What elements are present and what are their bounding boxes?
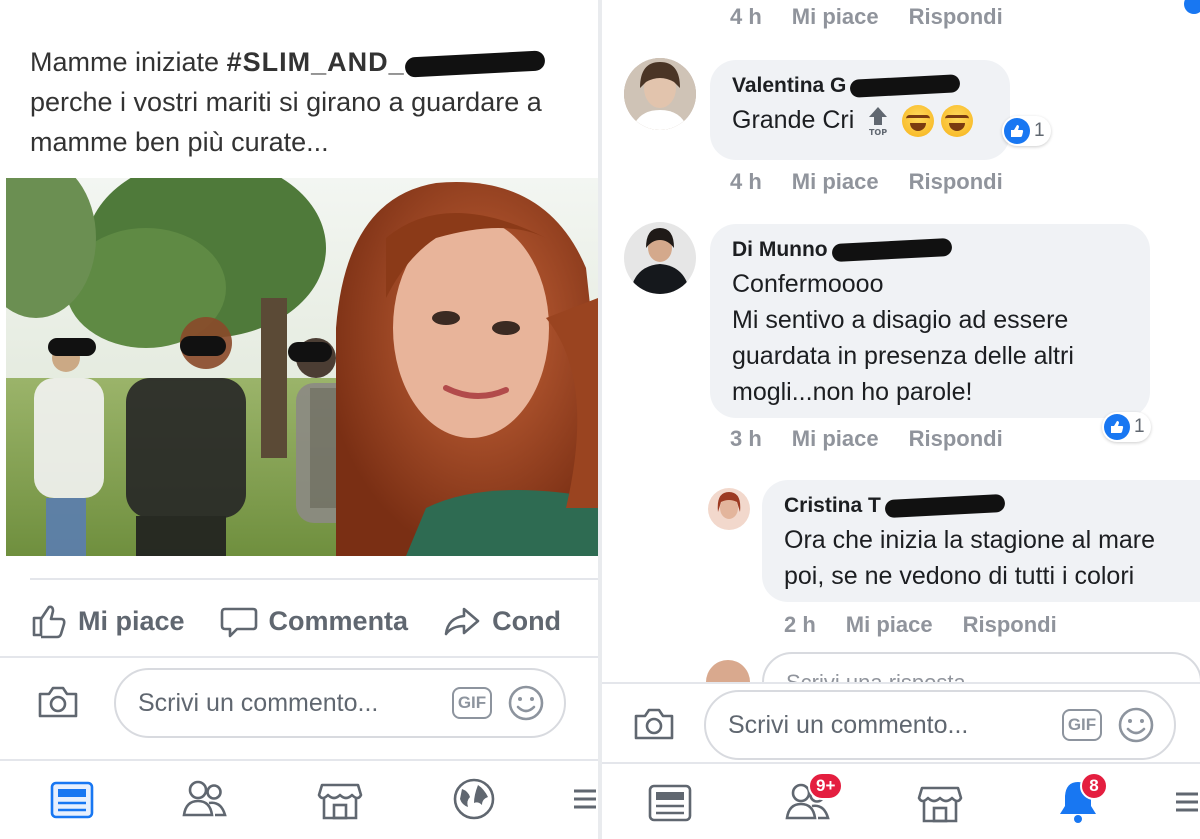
nav-marketplace[interactable] <box>910 772 970 832</box>
smiley-icon[interactable] <box>506 683 546 723</box>
news-feed-icon <box>50 781 94 819</box>
nav-notifications[interactable]: 8 <box>1048 772 1108 832</box>
friends-badge: 9+ <box>808 772 844 800</box>
nav-friends[interactable] <box>175 769 235 829</box>
like-label: Mi piace <box>78 605 185 636</box>
comment-time: 2 h <box>784 612 816 637</box>
news-feed-icon <box>648 784 692 822</box>
reaction-count[interactable]: 1 <box>1002 116 1051 146</box>
post-text: Mamme iniziate #SLIM_AND_ perche i vostr… <box>30 42 596 162</box>
camera-button[interactable] <box>36 682 80 727</box>
comment-meta: 4 h Mi piace Rispondi <box>730 169 1003 195</box>
comment-reply-link[interactable]: Rispondi <box>909 169 1003 195</box>
menu-icon <box>574 789 596 809</box>
post-action-bar: Mi piace Commenta Cond <box>28 600 598 642</box>
top-fan-badge-icon: TOP <box>869 107 887 137</box>
avatar[interactable] <box>624 222 696 294</box>
comment-text: Grande Cri TOP <box>732 102 988 138</box>
comment-meta: 4 h Mi piace Rispondi <box>730 4 1003 30</box>
gif-icon[interactable]: GIF <box>1062 709 1102 741</box>
like-action[interactable]: Mi piace <box>28 601 185 641</box>
like-reaction-icon <box>1104 414 1130 440</box>
svg-text:TOP: TOP <box>869 128 887 137</box>
comment-like-link[interactable]: Mi piace <box>846 612 933 638</box>
smiley-icon[interactable] <box>1116 705 1156 745</box>
avatar-image <box>624 58 696 130</box>
notifications-badge: 8 <box>1080 772 1108 800</box>
comment-reply-link[interactable]: Rispondi <box>909 426 1003 452</box>
bottom-nav-bar: 9+ 8 <box>602 762 1200 839</box>
comment-author[interactable]: Di Munno <box>732 238 1128 263</box>
comment-like-link[interactable]: Mi piace <box>792 426 879 452</box>
friends-icon <box>182 780 227 817</box>
avatar[interactable] <box>624 58 696 130</box>
share-action[interactable]: Cond <box>442 601 561 641</box>
camera-button[interactable] <box>632 704 676 749</box>
comment-text: Confermoooo Mi sentivo a disagio ad esse… <box>732 270 1074 406</box>
like-reaction-icon <box>1184 0 1200 14</box>
post-panel: Mamme iniziate #SLIM_AND_ perche i vostr… <box>0 0 598 839</box>
comment-time: 3 h <box>730 426 762 451</box>
comment-reply-link[interactable]: Rispondi <box>909 4 1003 30</box>
comment-author[interactable]: Cristina T <box>784 494 1190 519</box>
marketplace-icon <box>917 786 963 823</box>
share-icon <box>444 607 480 636</box>
comment-reply-link[interactable]: Rispondi <box>963 612 1057 638</box>
redaction-scribble <box>404 50 546 78</box>
laughing-emoji-icon <box>902 105 935 138</box>
comment-input[interactable]: Scrivi un commento... GIF <box>704 690 1176 760</box>
separator <box>30 578 598 580</box>
comment-time: 4 h <box>730 169 762 194</box>
comment-time: 4 h <box>730 4 762 29</box>
post-hashtag[interactable]: #SLIM_AND_ <box>227 47 405 77</box>
marketplace-icon <box>317 783 363 820</box>
reaction-count[interactable]: 1 <box>1102 412 1151 442</box>
comment-placeholder: Scrivi un commento... <box>138 688 379 717</box>
avatar-image <box>624 222 696 294</box>
camera-icon <box>634 708 674 740</box>
nav-menu[interactable] <box>1162 772 1198 832</box>
comment-like-link[interactable]: Mi piace <box>792 169 879 195</box>
comment-bubble[interactable]: Di Munno Confermoooo Mi sentivo a disagi… <box>710 224 1150 418</box>
post-text-line2: perche i vostri mariti si girano a guard… <box>30 87 542 117</box>
avatar[interactable] <box>708 488 750 530</box>
post-photo[interactable] <box>6 178 598 556</box>
menu-icon <box>1176 792 1198 812</box>
comment-label: Commenta <box>268 605 409 636</box>
nav-globe[interactable] <box>444 769 504 829</box>
comment-meta: 2 h Mi piace Rispondi <box>784 612 1057 638</box>
like-reaction-icon <box>1004 118 1030 144</box>
post-text-line3: mamme ben più curate... <box>30 127 329 157</box>
post-text-line1: Mamme iniziate <box>30 47 220 77</box>
globe-icon <box>453 778 495 820</box>
thumbs-up-icon <box>32 605 66 639</box>
comment-bubble[interactable]: Valentina G Grande Cri TOP <box>710 60 1010 160</box>
comment-input[interactable]: Scrivi un commento... GIF <box>114 668 566 738</box>
camera-icon <box>38 686 78 718</box>
nav-news-feed[interactable] <box>640 772 700 832</box>
comments-panel: 4 h Mi piace Rispondi Valentina G Grande… <box>602 0 1200 839</box>
nav-marketplace[interactable] <box>310 769 370 829</box>
comment-author[interactable]: Valentina G <box>732 74 988 99</box>
comment-meta: 3 h Mi piace Rispondi <box>730 426 1003 452</box>
nav-news-feed[interactable] <box>42 769 102 829</box>
avatar-image <box>708 488 750 530</box>
comment-like-link[interactable]: Mi piace <box>792 4 879 30</box>
separator <box>0 656 598 658</box>
share-label: Cond <box>492 605 562 636</box>
nav-friends[interactable]: 9+ <box>778 772 844 832</box>
post-photo-image <box>6 178 598 556</box>
nav-menu[interactable] <box>560 769 596 829</box>
bottom-nav-bar <box>0 759 598 839</box>
comment-icon <box>220 607 257 638</box>
gif-icon[interactable]: GIF <box>452 687 492 719</box>
redaction-scribble <box>831 238 953 263</box>
comment-action[interactable]: Commenta <box>219 601 409 641</box>
comment-text: Ora che inizia la stagione al mare poi, … <box>784 526 1156 590</box>
redaction-scribble <box>849 74 961 99</box>
redaction-scribble <box>884 494 1006 519</box>
comment-placeholder: Scrivi un commento... <box>728 710 969 739</box>
reply-bubble[interactable]: Cristina T Ora che inizia la stagione al… <box>762 480 1200 602</box>
laughing-emoji-icon <box>941 105 974 138</box>
